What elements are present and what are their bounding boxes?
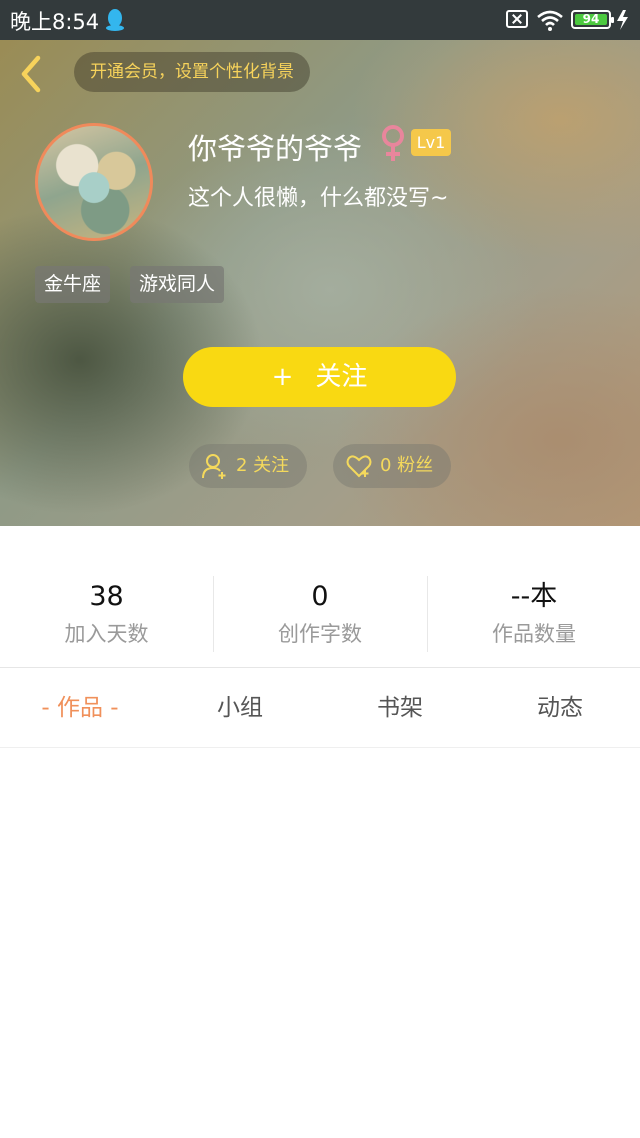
qq-icon [106,9,124,31]
following-count: 2 关注 [236,455,290,476]
charging-icon [617,10,628,30]
stat-label: 加入天数 [64,622,149,646]
follow-button[interactable]: + 关注 [183,347,456,407]
following-button[interactable]: 2 关注 [189,444,307,488]
stat-works-count: --本 作品数量 [427,576,640,652]
tag-zodiac: 金牛座 [35,266,111,303]
stats-row: 38 加入天数 0 创作字数 --本 作品数量 [0,526,640,668]
battery-level: 94 [575,13,607,25]
tab-works[interactable]: - 作品 - [0,669,160,748]
level-badge: Lv1 [411,129,451,156]
battery-indicator: 94 [571,10,614,29]
tab-activity[interactable]: 动态 [480,669,640,748]
stat-label: 作品数量 [492,622,576,646]
status-time: 晚上8:54 [10,10,100,34]
tab-bar: - 作品 - 小组 书架 动态 [0,669,640,748]
stat-days-joined: 38 加入天数 [0,576,213,652]
plus-icon: + [271,362,294,392]
wifi-icon [537,10,563,31]
tab-content-area [0,749,640,1138]
tab-groups[interactable]: 小组 [160,669,320,748]
fans-button[interactable]: 0 粉丝 [333,444,451,488]
add-user-icon [202,454,226,479]
female-icon [382,125,404,161]
vip-banner[interactable]: 开通会员，设置个性化背景 [74,52,310,92]
stat-value: --本 [510,581,558,612]
stat-value: 38 [89,581,124,612]
stat-word-count: 0 创作字数 [213,576,426,652]
tab-bookshelf[interactable]: 书架 [320,669,480,748]
back-button[interactable] [14,54,48,94]
status-bar: 晚上8:54 94 [0,0,640,40]
no-sim-icon [506,10,528,28]
stat-label: 创作字数 [278,622,362,646]
signature: 这个人很懒，什么都没写~ [188,186,449,211]
profile-header: 开通会员，设置个性化背景 你爷爷的爷爷 Lv1 这个人很懒，什么都没写~ 金牛座… [0,40,640,526]
nickname: 你爷爷的爷爷 [188,132,363,166]
fans-count: 0 粉丝 [380,455,434,476]
stat-value: 0 [311,581,329,612]
avatar[interactable] [35,123,153,241]
follow-button-label: 关注 [315,362,368,392]
tag-interest: 游戏同人 [130,266,225,303]
heart-icon [346,455,372,478]
